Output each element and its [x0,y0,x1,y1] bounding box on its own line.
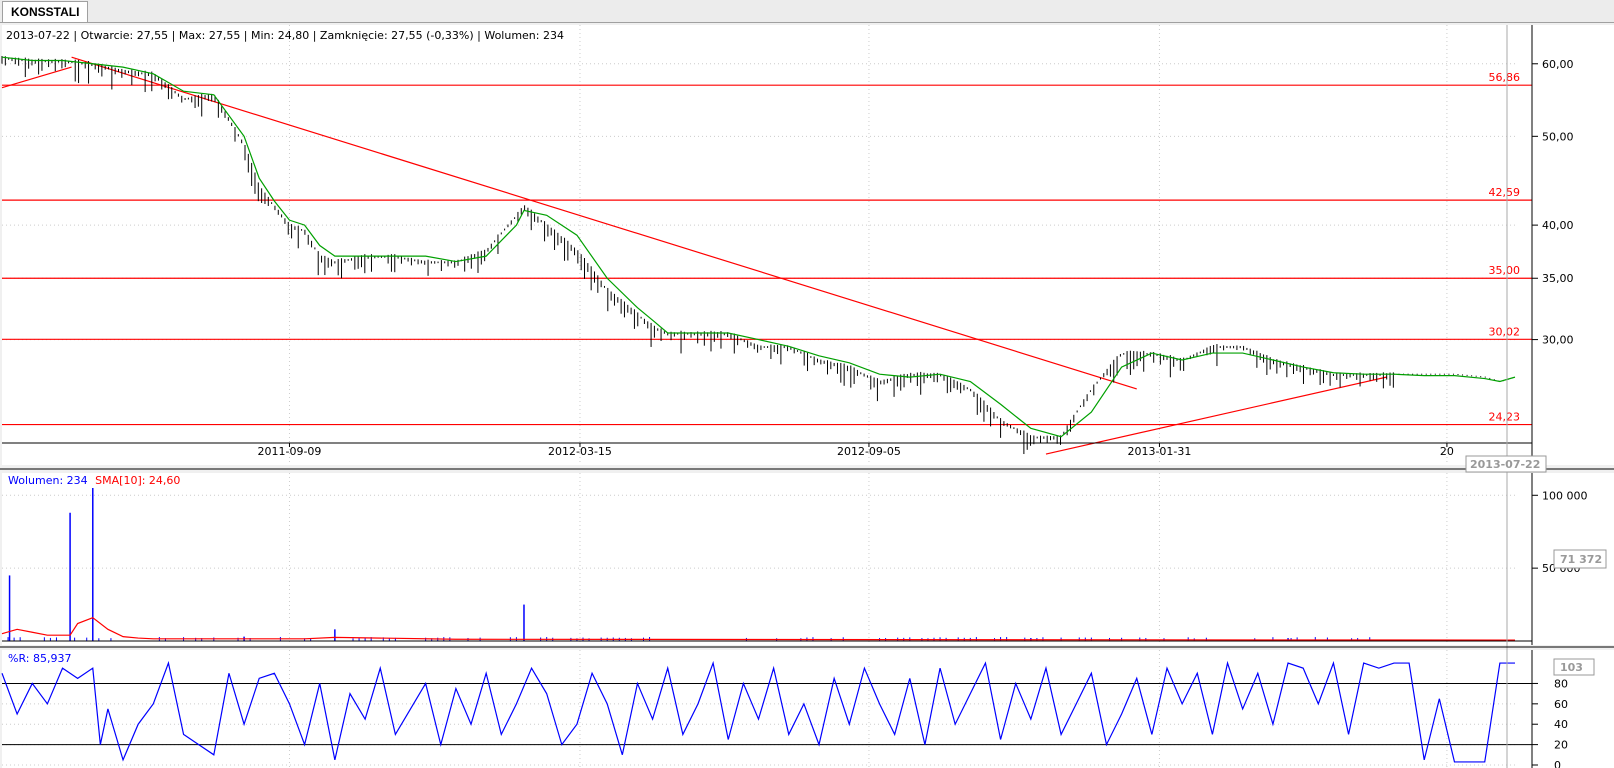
volume-panel-bg [2,473,1532,645]
chart-canvas[interactable]: 56,8642,5935,0030,0224,23 2011-09-09 2012… [0,23,1614,768]
support-label: 42,59 [1489,186,1521,199]
tab-konsstali[interactable]: KONSSTALI [2,1,89,22]
price-panel-bg [2,25,1532,465]
cursor-wr-label: 103 [1560,661,1583,674]
price-axis-bg [1532,25,1614,465]
y-tick-label: 30,00 [1542,334,1574,347]
support-label: 24,23 [1489,411,1521,424]
wr-y-tick-label: 80 [1554,677,1568,690]
y-tick-label: 50,00 [1542,130,1574,143]
wr-legend: %R: 85,937 [8,652,71,665]
tab-bar: KONSSTALI [0,0,1614,23]
volume-legend-sma: SMA[10]: 24,60 [95,474,180,487]
vol-y-tick-label: 100 000 [1542,489,1588,502]
cursor-volume-label: 71 372 [1560,553,1602,566]
wr-y-tick-label: 20 [1554,739,1568,752]
wr-y-tick-label: 60 [1554,698,1568,711]
cursor-date-label: 2013-07-22 [1470,458,1540,471]
support-label: 56,86 [1489,71,1521,84]
y-tick-label: 40,00 [1542,219,1574,232]
y-tick-label: 60,00 [1542,58,1574,71]
wr-y-tick-label: 40 [1554,718,1568,731]
support-label: 35,00 [1489,264,1521,277]
volume-legend-volume: Wolumen: 234 [8,474,88,487]
wr-y-tick-label: 0 [1554,759,1561,768]
volume-legend: Wolumen: 234 SMA[10]: 24,60 [8,474,180,487]
support-label: 30,02 [1489,325,1521,338]
info-line: 2013-07-22 | Otwarcie: 27,55 | Max: 27,5… [6,29,564,42]
y-tick-label: 35,00 [1542,272,1574,285]
